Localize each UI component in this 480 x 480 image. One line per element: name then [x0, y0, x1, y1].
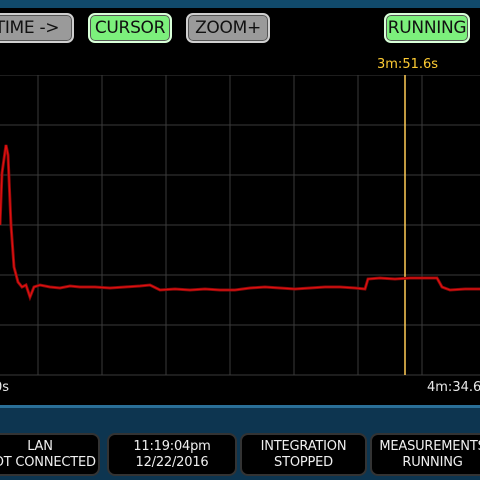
lan-status-value: NOT CONNECTED	[0, 455, 96, 470]
x-axis-start-label: 0s	[0, 380, 10, 395]
time-plot[interactable]	[0, 75, 480, 379]
cursor-time-label: 3m:51.6s	[377, 57, 439, 72]
running-button[interactable]: RUNNING	[384, 13, 470, 43]
time-button[interactable]: TIME ->	[0, 13, 74, 43]
measurements-status-title: MEASUREMENTS	[379, 439, 480, 454]
signal-trace-upper	[0, 144, 480, 302]
measurements-status-value: RUNNING	[402, 455, 463, 470]
plot-grid	[0, 75, 480, 376]
integration-status-title: INTEGRATION	[260, 439, 347, 454]
measurements-status[interactable]: MEASUREMENTS RUNNING	[370, 433, 480, 476]
lan-status-title: LAN	[27, 439, 53, 454]
integration-status[interactable]: INTEGRATION STOPPED	[240, 433, 367, 476]
lan-status[interactable]: LAN NOT CONNECTED	[0, 433, 100, 476]
clock-time: 11:19:04pm	[133, 439, 211, 454]
integration-status-value: STOPPED	[274, 455, 333, 470]
clock-date: 12/22/2016	[135, 455, 209, 470]
x-axis-end-label: 4m:34.6s	[427, 380, 480, 395]
zoom-in-button[interactable]: ZOOM+	[186, 13, 270, 43]
cursor-readout: 3m:51.6s	[0, 55, 480, 75]
toolbar: TIME -> CURSOR ZOOM+ RUNNING	[0, 0, 480, 52]
status-bar: LAN NOT CONNECTED 11:19:04pm 12/22/2016 …	[0, 405, 480, 480]
datetime-status[interactable]: 11:19:04pm 12/22/2016	[107, 433, 237, 476]
signal-trace	[0, 144, 480, 299]
cursor-button[interactable]: CURSOR	[88, 13, 172, 43]
